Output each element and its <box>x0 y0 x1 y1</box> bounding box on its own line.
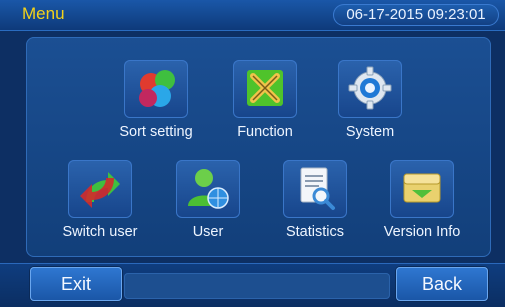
menu-item-label: User <box>192 224 224 240</box>
page-title: Menu <box>22 4 65 23</box>
menu-item-function[interactable]: Function <box>215 60 315 140</box>
menu-item-version-info[interactable]: Version Info <box>372 160 472 240</box>
user-globe-icon <box>176 160 240 218</box>
back-button[interactable]: Back <box>396 267 488 301</box>
menu-item-statistics[interactable]: Statistics <box>265 160 365 240</box>
menu-item-label: Version Info <box>383 224 461 240</box>
datetime-display: 06-17-2015 09:23:01 <box>333 4 499 26</box>
bottom-status-bar <box>124 273 390 299</box>
menu-item-label: Switch user <box>62 224 138 240</box>
switch-user-icon <box>68 160 132 218</box>
menu-item-label: System <box>345 124 395 140</box>
menu-item-system[interactable]: System <box>320 60 420 140</box>
tools-icon <box>233 60 297 118</box>
top-bar: Menu 06-17-2015 09:23:01 <box>0 0 505 31</box>
version-box-icon <box>390 160 454 218</box>
statistics-document-icon <box>283 160 347 218</box>
menu-item-sort-setting[interactable]: Sort setting <box>106 60 206 140</box>
color-balls-icon <box>124 60 188 118</box>
menu-item-switch-user[interactable]: Switch user <box>48 160 152 240</box>
menu-item-user[interactable]: User <box>158 160 258 240</box>
menu-item-label: Function <box>237 124 293 140</box>
gear-icon <box>338 60 402 118</box>
menu-item-label: Statistics <box>285 224 344 240</box>
exit-button[interactable]: Exit <box>30 267 122 301</box>
menu-item-label: Sort setting <box>119 124 193 140</box>
